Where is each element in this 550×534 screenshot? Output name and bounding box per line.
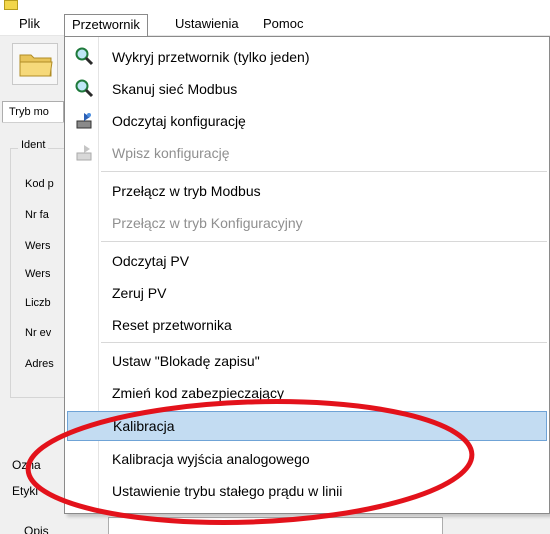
open-file-button[interactable] xyxy=(12,43,58,85)
menu-item-label: Ustaw "Blokadę zapisu" xyxy=(112,353,260,369)
menu-item-reset[interactable]: Reset przetwornika xyxy=(67,311,547,339)
field-label-liczba: Liczb xyxy=(25,297,51,309)
menu-separator xyxy=(101,342,547,343)
menu-item-label: Odczytaj konfigurację xyxy=(112,113,246,129)
menu-item-label: Wykryj przetwornik (tylko jeden) xyxy=(112,49,310,65)
title-bar xyxy=(0,0,550,12)
menu-przetwornik[interactable]: Przetwornik xyxy=(64,14,148,38)
menu-item-staly-prad[interactable]: Ustawienie trybu stałego prądu w linii xyxy=(67,477,547,505)
menu-item-zeruj-pv[interactable]: Zeruj PV xyxy=(67,279,547,307)
field-label-kod: Kod p xyxy=(25,178,54,190)
opis-input[interactable] xyxy=(108,517,443,534)
field-label-nr-ew: Nr ev xyxy=(25,327,52,339)
menu-separator xyxy=(101,171,547,172)
write-config-icon xyxy=(76,145,92,161)
menu-pomoc[interactable]: Pomoc xyxy=(256,14,310,34)
menu-item-zmien-kod[interactable]: Zmień kod zabezpieczający xyxy=(67,379,547,407)
folder-icon xyxy=(19,54,53,77)
menu-item-label: Wpisz konfigurację xyxy=(112,145,230,161)
menu-item-label: Przełącz w tryb Modbus xyxy=(112,183,261,199)
menu-item-wykryj[interactable]: Wykryj przetwornik (tylko jeden) xyxy=(67,43,547,71)
field-label-nr-fab: Nr fa xyxy=(25,209,49,221)
app-icon xyxy=(4,0,18,10)
menu-item-label: Zmień kod zabezpieczający xyxy=(112,385,284,401)
menu-item-label: Odczytaj PV xyxy=(112,253,190,269)
read-config-icon xyxy=(76,113,92,129)
menu-item-label: Zeruj PV xyxy=(112,285,167,301)
menu-item-odczytaj-pv[interactable]: Odczytaj PV xyxy=(67,247,547,275)
przetwornik-dropdown-menu: Wykryj przetwornik (tylko jeden) Skanuj … xyxy=(64,36,550,514)
menu-item-tryb-konfiguracyjny[interactable]: Przełącz w tryb Konfiguracyjny xyxy=(67,209,547,237)
menu-item-odczytaj-konfiguracje[interactable]: Odczytaj konfigurację xyxy=(67,107,547,135)
menu-item-kalibracja-wyjscia[interactable]: Kalibracja wyjścia analogowego xyxy=(67,445,547,473)
menu-item-kalibracja[interactable]: Kalibracja xyxy=(67,411,547,441)
menu-item-label: Reset przetwornika xyxy=(112,317,232,333)
menu-ustawienia[interactable]: Ustawienia xyxy=(168,14,246,34)
field-label-adres: Adres xyxy=(25,358,54,370)
menu-item-label: Ustawienie trybu stałego prądu w linii xyxy=(112,483,343,499)
menu-separator xyxy=(101,241,547,242)
menu-plik[interactable]: Plik xyxy=(12,14,47,34)
magnifier-icon xyxy=(75,47,94,66)
magnifier-icon xyxy=(75,79,94,98)
menu-item-label: Przełącz w tryb Konfiguracyjny xyxy=(112,215,303,231)
menu-item-label: Skanuj sieć Modbus xyxy=(112,81,238,97)
etykieta-label: Etyki xyxy=(12,484,39,498)
menu-item-blokada-zapisu[interactable]: Ustaw "Blokadę zapisu" xyxy=(67,347,547,375)
field-label-wersja-2: Wers xyxy=(25,268,51,280)
menu-item-label: Kalibracja wyjścia analogowego xyxy=(112,451,310,467)
opis-label: Opis xyxy=(24,524,49,534)
menu-item-label: Kalibracja xyxy=(113,418,175,434)
menu-item-tryb-modbus[interactable]: Przełącz w tryb Modbus xyxy=(67,177,547,205)
field-label-wersja-1: Wers xyxy=(25,240,51,252)
menu-bar: Plik Przetwornik Ustawienia Pomoc xyxy=(0,12,550,38)
menu-item-wpisz-konfiguracje[interactable]: Wpisz konfigurację xyxy=(67,139,547,167)
menu-item-skanuj[interactable]: Skanuj sieć Modbus xyxy=(67,75,547,103)
group-label: Ident xyxy=(18,139,49,151)
oznaczenie-label: Ozna xyxy=(12,458,41,472)
tab-tryb-modbus[interactable]: Tryb mo xyxy=(2,101,64,123)
